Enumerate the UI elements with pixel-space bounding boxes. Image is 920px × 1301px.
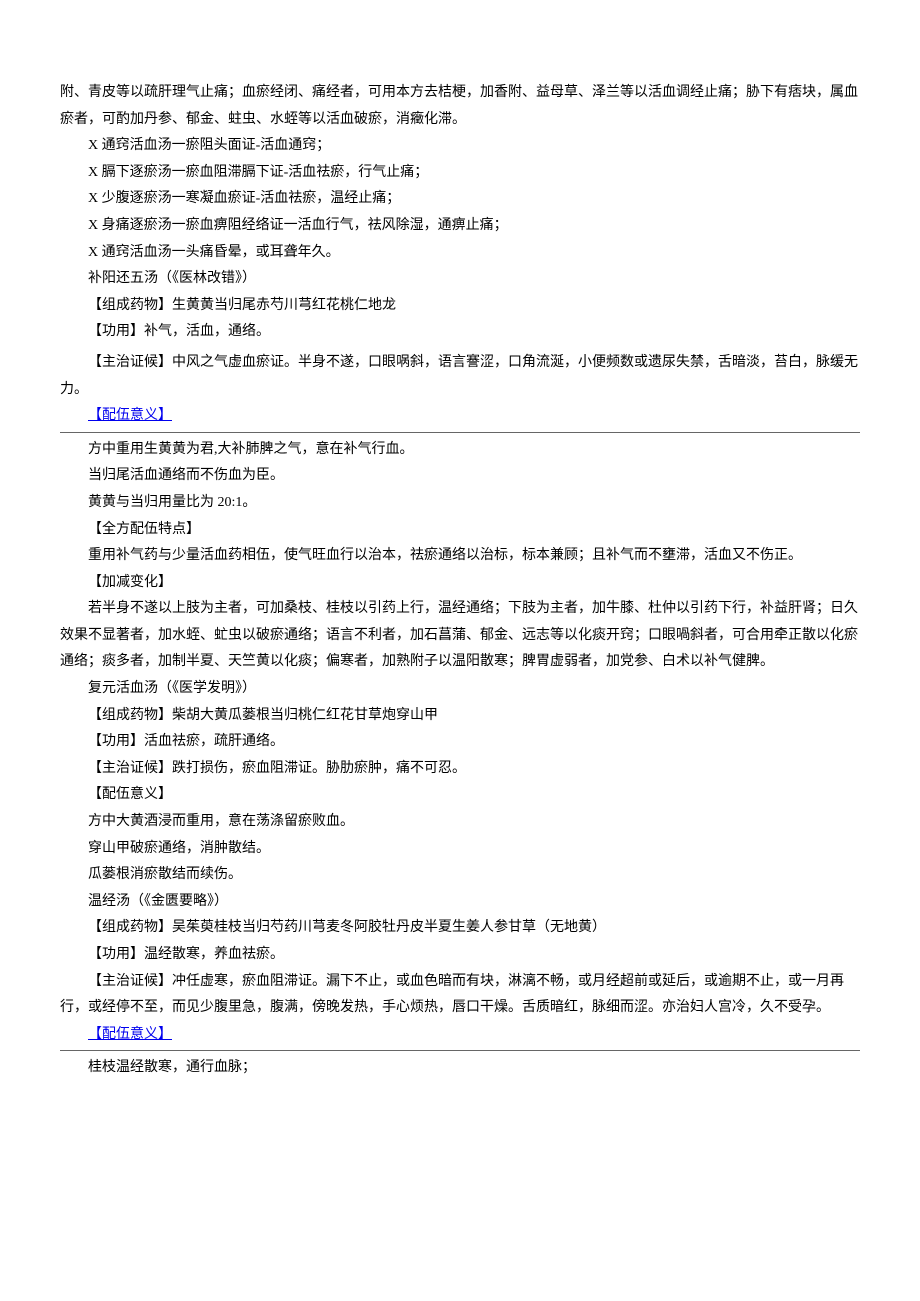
text: 方中重用生黄黄为君,大补肺脾之气，意在补气行血。 xyxy=(88,442,414,457)
text: 【配伍意义】 xyxy=(88,787,172,802)
formula-title-wenjing: 温经汤（《金匮要略》） xyxy=(60,889,860,916)
text: X 膈下逐瘀汤一瘀血阻滞膈下证-活血祛瘀，行气止痛； xyxy=(88,165,428,180)
function: 【功用】活血祛瘀，疏肝通络。 xyxy=(60,729,860,756)
compatibility-item: 当归尾活血通络而不伤血为臣。 xyxy=(60,463,860,490)
compatibility-item: 桂枝温经散寒，通行血脉； xyxy=(60,1055,860,1082)
overall-feature-body: 重用补气药与少量活血药相伍，使气旺血行以治本，祛瘀通络以治标，标本兼顾；且补气而… xyxy=(60,543,860,570)
list-item: X 膈下逐瘀汤一瘀血阻滞膈下证-活血祛瘀，行气止痛； xyxy=(60,160,860,187)
compatibility-link[interactable]: 【配伍意义】 xyxy=(88,408,172,423)
text: 【功用】补气，活血，通络。 xyxy=(88,324,270,339)
text: 【功用】活血祛瘀，疏肝通络。 xyxy=(88,734,284,749)
divider xyxy=(60,1050,860,1051)
compatibility-item: 方中重用生黄黄为君,大补肺脾之气，意在补气行血。 xyxy=(60,437,860,464)
text: 温经汤（《金匮要略》） xyxy=(88,894,228,909)
text: 重用补气药与少量活血药相伍，使气旺血行以治本，祛瘀通络以治标，标本兼顾；且补气而… xyxy=(88,548,802,563)
text: 瓜蒌根消瘀散结而续伤。 xyxy=(88,867,242,882)
text: 【组成药物】生黄黄当归尾赤芍川芎红花桃仁地龙 xyxy=(88,298,396,313)
composition: 【组成药物】柴胡大黄瓜蒌根当归桃仁红花甘草炮穿山甲 xyxy=(60,703,860,730)
text: 【加减变化】 xyxy=(88,575,172,590)
text: 【组成药物】柴胡大黄瓜蒌根当归桃仁红花甘草炮穿山甲 xyxy=(88,708,438,723)
indications: 【主治证候】跌打损伤，瘀血阻滞证。胁肋瘀肿，痛不可忍。 xyxy=(60,756,860,783)
compatibility-meaning-link: 【配伍意义】 xyxy=(60,403,860,430)
text: 补阳还五汤（《医林改错》） xyxy=(88,271,256,286)
formula-title-buyanghuanwu: 补阳还五汤（《医林改错》） xyxy=(60,266,860,293)
compatibility-item: 黄黄与当归用量比为 20:1。 xyxy=(60,490,860,517)
indications: 【主治证候】中风之气虚血瘀证。半身不遂，口眼㖞斜，语言謇涩，口角流涎，小便频数或… xyxy=(60,350,860,403)
compatibility-item: 瓜蒌根消瘀散结而续伤。 xyxy=(60,862,860,889)
text: 【主治证候】冲任虚寒，瘀血阻滞证。漏下不止，或血色暗而有块，淋漓不畅，或月经超前… xyxy=(60,974,844,1016)
text: 【组成药物】吴茱萸桂枝当归芍药川芎麦冬阿胶牡丹皮半夏生姜人参甘草（无地黄） xyxy=(88,920,606,935)
text: 【主治证候】中风之气虚血瘀证。半身不遂，口眼㖞斜，语言謇涩，口角流涎，小便频数或… xyxy=(60,355,858,397)
text: 当归尾活血通络而不伤血为臣。 xyxy=(88,468,284,483)
text: 【主治证候】跌打损伤，瘀血阻滞证。胁肋瘀肿，痛不可忍。 xyxy=(88,761,466,776)
text: 【功用】温经散寒，养血祛瘀。 xyxy=(88,947,284,962)
function: 【功用】温经散寒，养血祛瘀。 xyxy=(60,942,860,969)
text: 【全方配伍特点】 xyxy=(88,522,200,537)
compatibility-link[interactable]: 【配伍意义】 xyxy=(88,1027,172,1042)
text: 黄黄与当归用量比为 20:1。 xyxy=(88,495,256,510)
modification-label: 【加减变化】 xyxy=(60,570,860,597)
list-item: X 身痛逐瘀汤一瘀血痹阻经络证一活血行气，祛风除湿，通痹止痛； xyxy=(60,213,860,240)
text: X 通窍活血汤一瘀阻头面证-活血通窍； xyxy=(88,138,330,153)
text: 方中大黄酒浸而重用，意在荡涤留瘀败血。 xyxy=(88,814,354,829)
text: 复元活血汤（《医学发明》） xyxy=(88,681,256,696)
list-item: X 少腹逐瘀汤一寒凝血瘀证-活血祛瘀，温经止痛； xyxy=(60,186,860,213)
text: 若半身不遂以上肢为主者，可加桑枝、桂枝以引药上行，温经通络；下肢为主者，加牛膝、… xyxy=(60,601,858,669)
paragraph-continuation: 附、青皮等以疏肝理气止痛；血瘀经闭、痛经者，可用本方去桔梗，加香附、益母草、泽兰… xyxy=(60,80,860,133)
formula-title-fuyuanhuoxue: 复元活血汤（《医学发明》） xyxy=(60,676,860,703)
text: 穿山甲破瘀通络，消肿散结。 xyxy=(88,841,270,856)
modification-body: 若半身不遂以上肢为主者，可加桑枝、桂枝以引药上行，温经通络；下肢为主者，加牛膝、… xyxy=(60,596,860,676)
compatibility-meaning-label: 【配伍意义】 xyxy=(60,782,860,809)
text: 附、青皮等以疏肝理气止痛；血瘀经闭、痛经者，可用本方去桔梗，加香附、益母草、泽兰… xyxy=(60,85,858,127)
divider xyxy=(60,432,860,433)
composition: 【组成药物】吴茱萸桂枝当归芍药川芎麦冬阿胶牡丹皮半夏生姜人参甘草（无地黄） xyxy=(60,915,860,942)
compatibility-item: 穿山甲破瘀通络，消肿散结。 xyxy=(60,836,860,863)
list-item: X 通窍活血汤一瘀阻头面证-活血通窍； xyxy=(60,133,860,160)
function: 【功用】补气，活血，通络。 xyxy=(60,319,860,346)
indications: 【主治证候】冲任虚寒，瘀血阻滞证。漏下不止，或血色暗而有块，淋漓不畅，或月经超前… xyxy=(60,969,860,1022)
text: X 身痛逐瘀汤一瘀血痹阻经络证一活血行气，祛风除湿，通痹止痛； xyxy=(88,218,508,233)
list-item: X 通窍活血汤一头痛昏晕，或耳聋年久。 xyxy=(60,240,860,267)
text: 桂枝温经散寒，通行血脉； xyxy=(88,1060,256,1075)
compatibility-item: 方中大黄酒浸而重用，意在荡涤留瘀败血。 xyxy=(60,809,860,836)
text: X 通窍活血汤一头痛昏晕，或耳聋年久。 xyxy=(88,245,340,260)
composition: 【组成药物】生黄黄当归尾赤芍川芎红花桃仁地龙 xyxy=(60,293,860,320)
text: X 少腹逐瘀汤一寒凝血瘀证-活血祛瘀，温经止痛； xyxy=(88,191,400,206)
overall-feature-label: 【全方配伍特点】 xyxy=(60,517,860,544)
compatibility-meaning-link: 【配伍意义】 xyxy=(60,1022,860,1049)
